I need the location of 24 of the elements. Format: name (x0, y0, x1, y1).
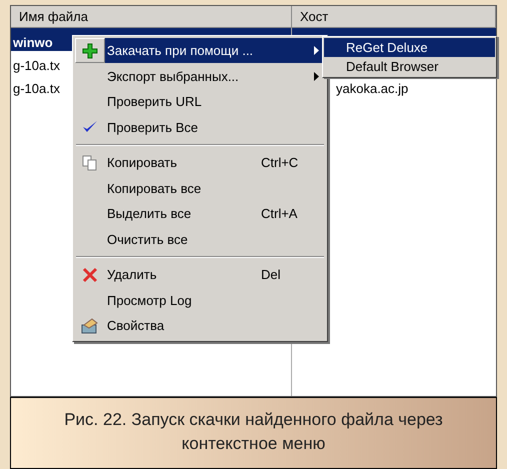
copy-icon (82, 154, 98, 171)
table-cell: winwo (13, 35, 53, 51)
menu-item[interactable]: Просмотр Log (105, 288, 325, 313)
delete-icon (82, 266, 98, 283)
menu-item[interactable]: Свойства (105, 313, 325, 338)
table-cell: yakoka.ac.jp (336, 81, 408, 97)
menu-item[interactable]: Очистить все (105, 226, 325, 252)
submenu-item[interactable]: ReGet Deluxe (324, 38, 495, 57)
menu-item[interactable]: Проверить URL (105, 89, 325, 114)
caption: Рис. 22. Запуск скачки найденного файла через контекстное меню (10, 397, 497, 469)
column-header[interactable]: Хост (292, 6, 496, 27)
submenu-item[interactable]: Default Browser (324, 57, 495, 76)
properties-icon (81, 318, 99, 334)
table-cell: g-10a.tx (13, 81, 60, 97)
menu-item[interactable]: Копировать Ctrl+C (105, 150, 325, 176)
checkmark-icon (82, 120, 98, 134)
menu-item[interactable]: Выделить все Ctrl+A (105, 201, 325, 226)
column-header[interactable]: Имя файла (11, 6, 292, 27)
menu-item[interactable]: Экспорт выбранных... (105, 64, 325, 89)
menu-item[interactable]: Закачать при помощи ... (105, 38, 325, 64)
menu-item[interactable]: Удалить Del (105, 262, 325, 288)
menu-item[interactable]: Копировать все (105, 176, 325, 201)
plus-icon (82, 42, 98, 59)
menu-item[interactable]: Проверить Все (105, 114, 325, 140)
